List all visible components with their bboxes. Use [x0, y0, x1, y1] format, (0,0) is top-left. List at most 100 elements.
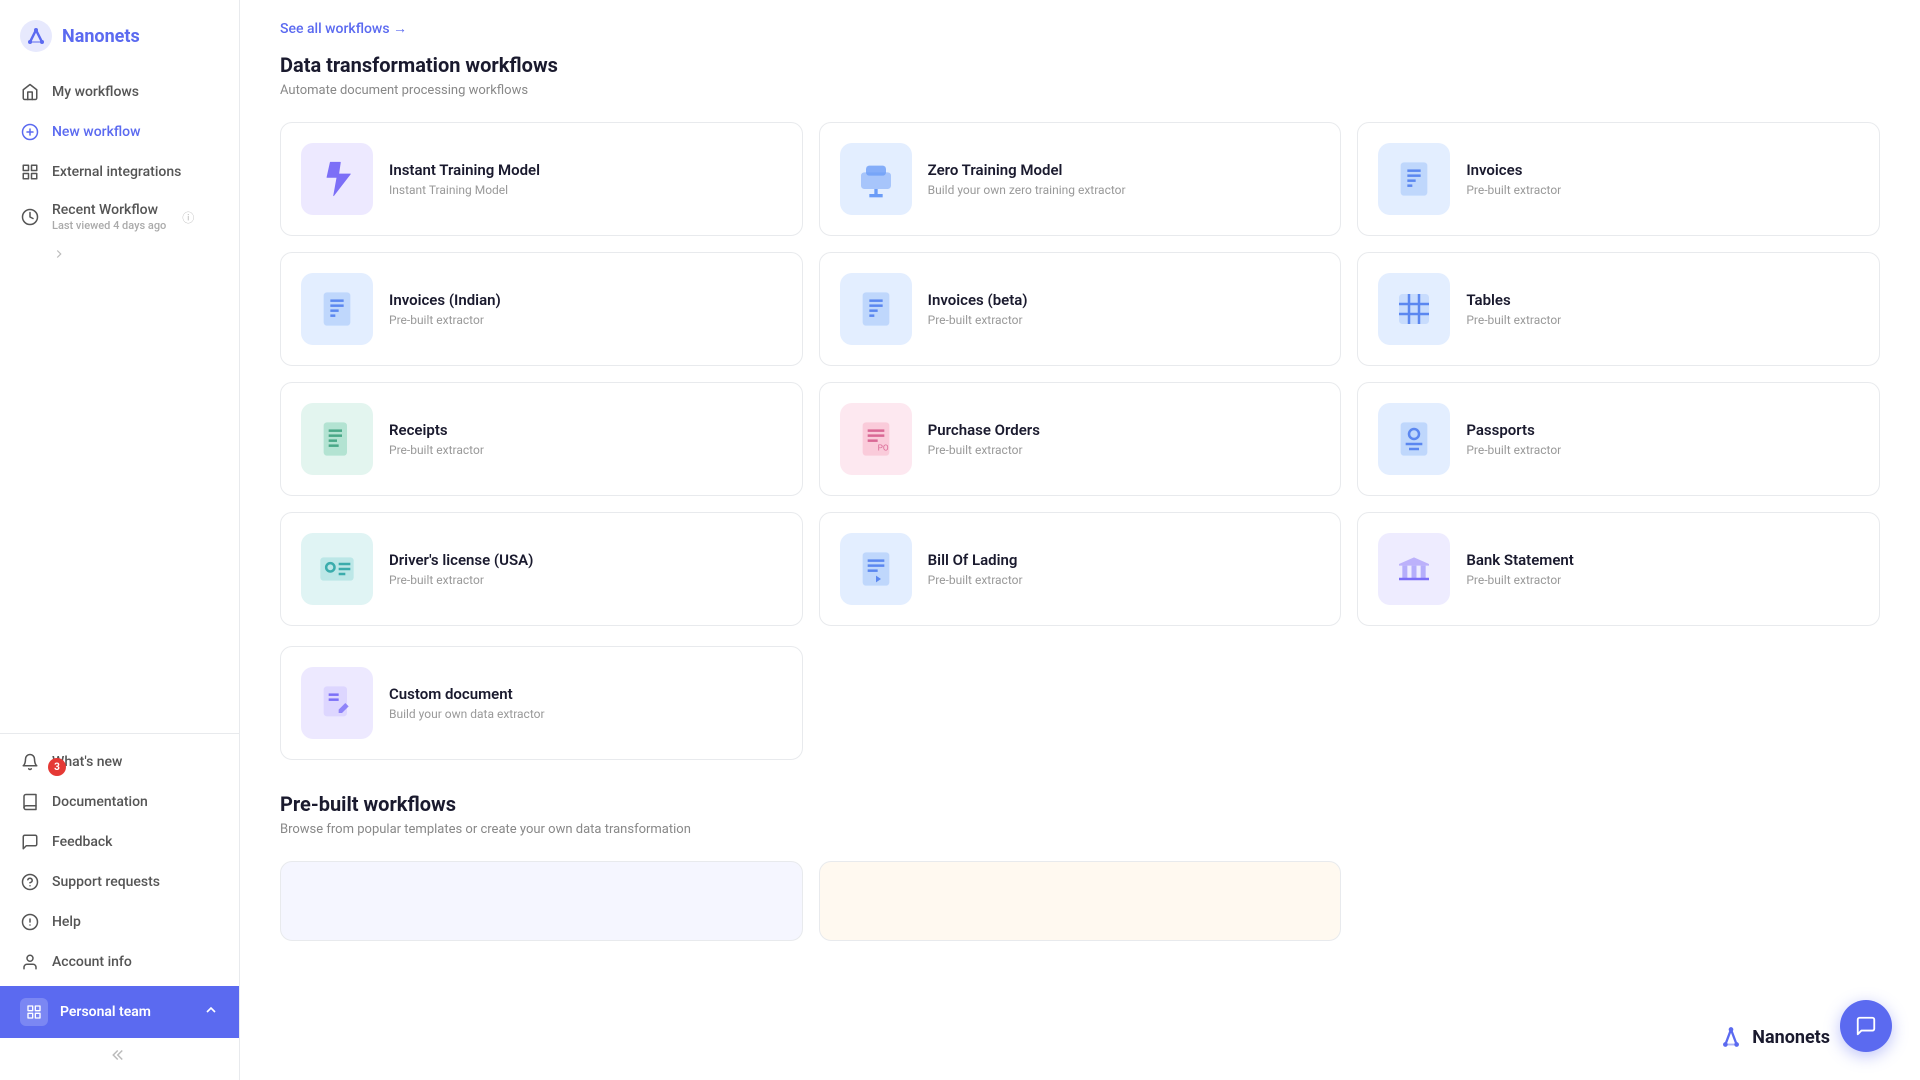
card-subtitle: Build your own data extractor — [389, 707, 782, 721]
card-subtitle: Pre-built extractor — [1466, 313, 1859, 327]
card-invoices[interactable]: Invoices Pre-built extractor — [1357, 122, 1880, 236]
card-zero-training[interactable]: Zero Training Model Build your own zero … — [819, 122, 1342, 236]
invoices-beta-icon — [840, 273, 912, 345]
sidebar-item-label: My workflows — [52, 84, 139, 100]
custom-document-info: Custom document Build your own data extr… — [389, 685, 782, 721]
tables-info: Tables Pre-built extractor — [1466, 291, 1859, 327]
notification-badge: 3 — [48, 758, 66, 776]
info-icon: ⓘ — [182, 209, 194, 226]
card-title: Bank Statement — [1466, 551, 1859, 569]
card-subtitle: Pre-built extractor — [389, 443, 782, 457]
logo-icon — [20, 20, 52, 52]
sidebar-item-account-info[interactable]: Account info — [0, 942, 239, 982]
card-subtitle: Pre-built extractor — [1466, 573, 1859, 587]
sidebar-item-documentation[interactable]: Documentation — [0, 782, 239, 822]
purchase-orders-icon: PO — [840, 403, 912, 475]
card-subtitle: Build your own zero training extractor — [928, 183, 1321, 197]
see-all-workflows-link[interactable]: See all workflows → — [280, 0, 407, 53]
card-invoices-indian[interactable]: Invoices (Indian) Pre-built extractor — [280, 252, 803, 366]
card-title: Instant Training Model — [389, 161, 782, 179]
grid-icon — [20, 162, 40, 182]
sidebar-item-support-requests[interactable]: Support requests — [0, 862, 239, 902]
card-subtitle: Pre-built extractor — [928, 573, 1321, 587]
card-passports[interactable]: Passports Pre-built extractor — [1357, 382, 1880, 496]
bill-of-lading-info: Bill Of Lading Pre-built extractor — [928, 551, 1321, 587]
custom-document-icon — [301, 667, 373, 739]
bank-statement-info: Bank Statement Pre-built extractor — [1466, 551, 1859, 587]
chat-button[interactable] — [1840, 1000, 1892, 1052]
purchase-orders-info: Purchase Orders Pre-built extractor — [928, 421, 1321, 457]
tables-icon — [1378, 273, 1450, 345]
recent-workflow-arrow[interactable] — [0, 242, 239, 273]
sidebar-item-label: Documentation — [52, 794, 148, 810]
circle-question-icon — [20, 912, 40, 932]
card-purchase-orders[interactable]: PO Purchase Orders Pre-built extractor — [819, 382, 1342, 496]
card-subtitle: Pre-built extractor — [928, 443, 1321, 457]
card-drivers-license[interactable]: Driver's license (USA) Pre-built extract… — [280, 512, 803, 626]
card-title: Tables — [1466, 291, 1859, 309]
collapse-sidebar-button[interactable] — [0, 1038, 239, 1072]
watermark: Nanonets — [1716, 1022, 1830, 1052]
recent-workflow-sublabel: Last viewed 4 days ago — [52, 219, 166, 232]
card-custom-document[interactable]: Custom document Build your own data extr… — [280, 646, 803, 760]
bell-icon: 3 — [20, 752, 40, 772]
sidebar-item-help[interactable]: Help — [0, 902, 239, 942]
instant-training-icon — [301, 143, 373, 215]
personal-team-label: Personal team — [60, 1004, 151, 1020]
sidebar-bottom: 3 What's new Documentation Feedback Supp… — [0, 733, 239, 1080]
card-instant-training[interactable]: Instant Training Model Instant Training … — [280, 122, 803, 236]
zero-training-icon — [840, 143, 912, 215]
receipts-info: Receipts Pre-built extractor — [389, 421, 782, 457]
card-subtitle: Instant Training Model — [389, 183, 782, 197]
data-transformation-subtitle: Automate document processing workflows — [280, 83, 1880, 98]
sidebar-item-feedback[interactable]: Feedback — [0, 822, 239, 862]
card-title: Zero Training Model — [928, 161, 1321, 179]
card-subtitle: Pre-built extractor — [389, 573, 782, 587]
instant-training-info: Instant Training Model Instant Training … — [389, 161, 782, 197]
watermark-logo-icon — [1716, 1022, 1746, 1052]
zero-training-info: Zero Training Model Build your own zero … — [928, 161, 1321, 197]
sidebar-item-my-workflows[interactable]: My workflows — [0, 72, 239, 112]
help-circle-icon — [20, 872, 40, 892]
passports-info: Passports Pre-built extractor — [1466, 421, 1859, 457]
card-subtitle: Pre-built extractor — [1466, 183, 1859, 197]
drivers-license-info: Driver's license (USA) Pre-built extract… — [389, 551, 782, 587]
card-receipts[interactable]: Receipts Pre-built extractor — [280, 382, 803, 496]
plus-circle-icon — [20, 122, 40, 142]
sidebar-nav: My workflows New workflow External integ… — [0, 68, 239, 733]
bank-statement-icon — [1378, 533, 1450, 605]
invoices-indian-icon — [301, 273, 373, 345]
card-tables[interactable]: Tables Pre-built extractor — [1357, 252, 1880, 366]
sidebar-item-label: Support requests — [52, 874, 160, 890]
passports-icon — [1378, 403, 1450, 475]
card-title: Invoices (beta) — [928, 291, 1321, 309]
receipts-icon — [301, 403, 373, 475]
logo[interactable]: Nanonets — [0, 0, 239, 68]
invoices-beta-info: Invoices (beta) Pre-built extractor — [928, 291, 1321, 327]
sidebar-item-whats-new[interactable]: 3 What's new — [0, 742, 239, 782]
sidebar-item-external-integrations[interactable]: External integrations — [0, 152, 239, 192]
sidebar-item-new-workflow[interactable]: New workflow — [0, 112, 239, 152]
card-subtitle: Pre-built extractor — [1466, 443, 1859, 457]
home-icon — [20, 82, 40, 102]
prebuilt-workflows-subtitle: Browse from popular templates or create … — [280, 822, 1880, 837]
card-bank-statement[interactable]: Bank Statement Pre-built extractor — [1357, 512, 1880, 626]
sidebar-item-label: External integrations — [52, 164, 181, 180]
watermark-text: Nanonets — [1752, 1027, 1830, 1048]
sidebar-item-label: Feedback — [52, 834, 112, 850]
sidebar-item-label: Account info — [52, 954, 132, 970]
book-icon — [20, 792, 40, 812]
card-title: Driver's license (USA) — [389, 551, 782, 569]
sidebar-item-personal-team[interactable]: Personal team — [0, 986, 239, 1038]
logo-text: Nanonets — [62, 26, 140, 47]
main-content: See all workflows → Data transformation … — [240, 0, 1920, 1080]
sidebar: Nanonets My workflows New workflow Exter… — [0, 0, 240, 1080]
card-title: Invoices — [1466, 161, 1859, 179]
sidebar-item-recent-workflow[interactable]: Recent Workflow Last viewed 4 days ago ⓘ — [0, 192, 239, 242]
card-title: Invoices (Indian) — [389, 291, 782, 309]
card-invoices-beta[interactable]: Invoices (beta) Pre-built extractor — [819, 252, 1342, 366]
card-bill-of-lading[interactable]: Bill Of Lading Pre-built extractor — [819, 512, 1342, 626]
bill-of-lading-icon — [840, 533, 912, 605]
sidebar-item-label: Help — [52, 914, 81, 930]
watermark-logo: Nanonets — [1716, 1022, 1830, 1052]
